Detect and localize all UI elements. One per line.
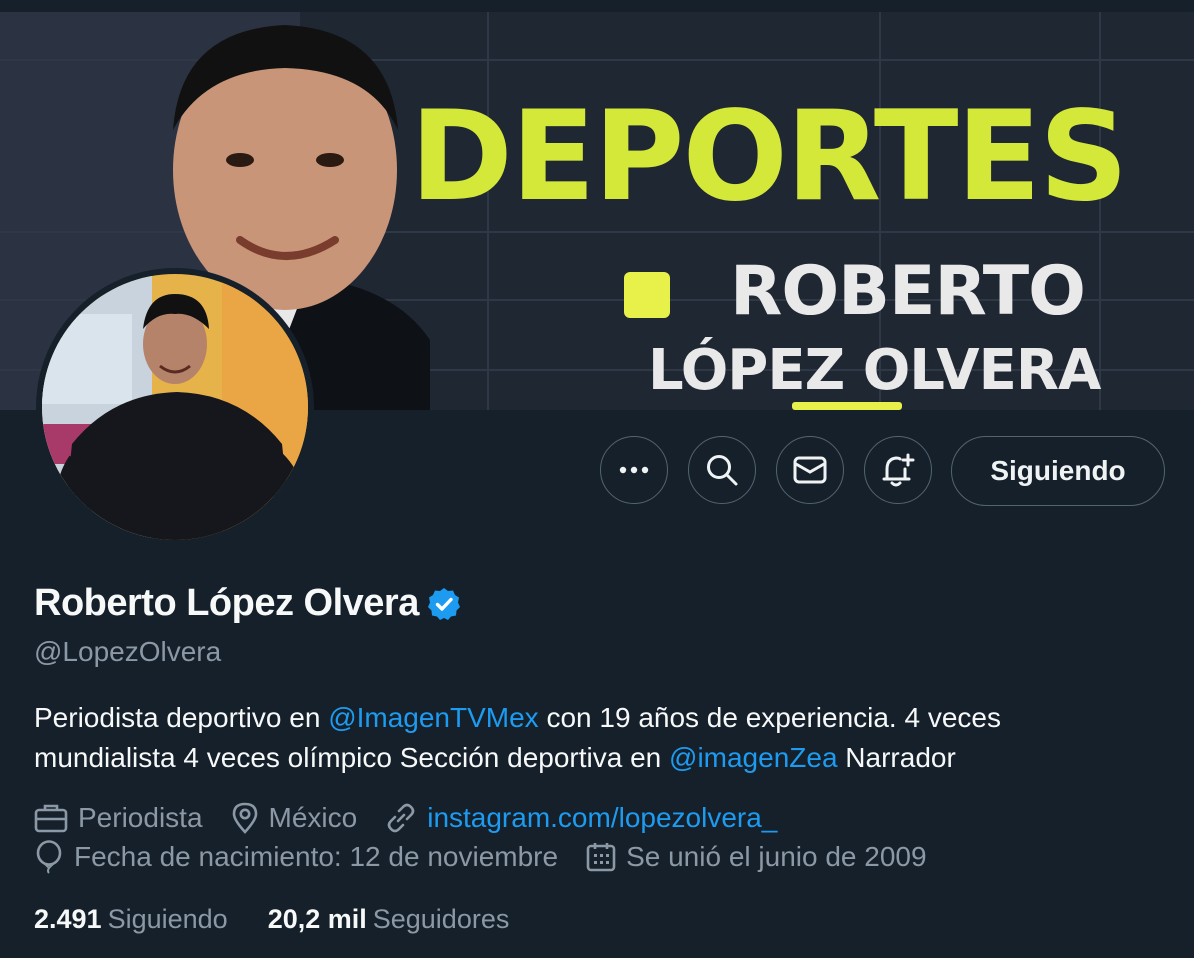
banner-accent-bar [792, 402, 902, 410]
bio-text: Narrador [837, 742, 956, 773]
more-options-button[interactable] [600, 436, 668, 504]
profile-stats: 2.491 Siguiendo 20,2 mil Seguidores [34, 904, 549, 935]
calendar-icon [586, 843, 616, 872]
search-profile-button[interactable] [688, 436, 756, 504]
banner-headline: DEPORTES [410, 85, 1128, 229]
link-icon [387, 803, 415, 833]
joined-text: Se unió el junio de 2009 [626, 841, 927, 872]
bio-mention-imagentvmex[interactable]: @ImagenTVMex [328, 702, 539, 733]
bell-plus-icon [882, 453, 915, 487]
followers-stat[interactable]: 20,2 mil Seguidores [268, 904, 510, 935]
profile-handle: @LopezOlvera [34, 636, 222, 667]
following-count: 2.491 [34, 904, 102, 934]
more-icon [619, 466, 649, 474]
birthday-text: Fecha de nacimiento: 12 de noviembre [74, 841, 559, 872]
profile-meta-row-1: Periodista México instagram.com/lopezolv… [34, 802, 805, 834]
bio-text: Periodista deportivo en [34, 702, 329, 733]
location-pin-icon [232, 802, 257, 834]
location-item: México [231, 802, 358, 834]
bio-mention-imagenzea[interactable]: @imagenZea [669, 742, 838, 773]
briefcase-icon [34, 804, 68, 833]
banner-accent-square [624, 272, 670, 318]
banner-name-line2: LÓPEZ OLVERA [648, 338, 1101, 403]
profile-name-row: Roberto López Olvera [34, 582, 461, 625]
profile-meta-row-2: Fecha de nacimiento: 12 de noviembre Se … [34, 840, 955, 874]
location-text: México [268, 802, 358, 833]
display-name: Roberto López Olvera [34, 582, 419, 624]
joined-item: Se unió el junio de 2009 [586, 841, 927, 873]
following-label: Siguiendo [107, 904, 228, 934]
profile-actions: Siguiendo [0, 436, 1194, 506]
birthday-item: Fecha de nacimiento: 12 de noviembre [34, 840, 558, 874]
balloon-icon [36, 840, 62, 874]
following-button[interactable]: Siguiendo [951, 436, 1165, 506]
profession-text: Periodista [78, 802, 203, 833]
website-link[interactable]: instagram.com/lopezolvera_ [427, 802, 777, 834]
following-stat[interactable]: 2.491 Siguiendo [34, 904, 228, 935]
profile-bio: Periodista deportivo en @ImagenTVMex con… [34, 698, 1144, 778]
mail-icon [793, 456, 827, 484]
verified-badge-icon[interactable] [427, 587, 461, 621]
profession-item: Periodista [34, 802, 203, 834]
banner-name-line1: ROBERTO [730, 252, 1086, 331]
website-item[interactable]: instagram.com/lopezolvera_ [385, 802, 777, 834]
notifications-button[interactable] [864, 436, 932, 504]
followers-count: 20,2 mil [267, 904, 367, 934]
search-icon [707, 455, 738, 486]
message-button[interactable] [776, 436, 844, 504]
followers-label: Seguidores [372, 904, 510, 934]
